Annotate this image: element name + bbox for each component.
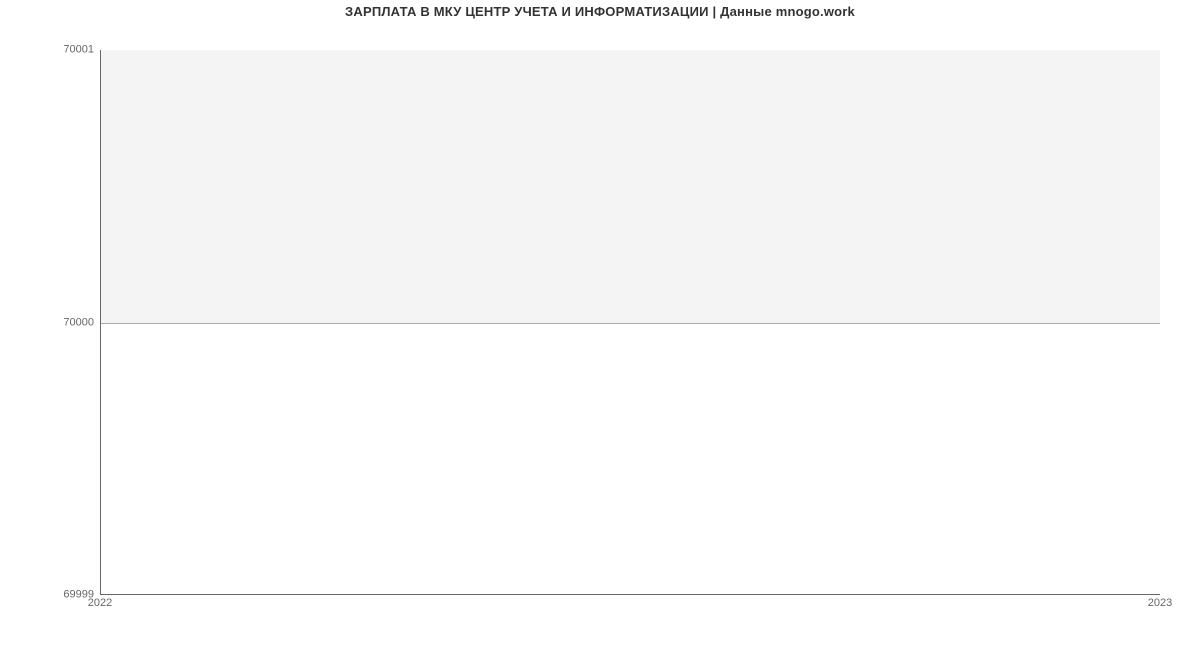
- chart-title: ЗАРПЛАТА В МКУ ЦЕНТР УЧЕТА И ИНФОРМАТИЗА…: [0, 4, 1200, 19]
- plot-area: [100, 50, 1160, 595]
- x-tick-0: 2022: [88, 598, 112, 609]
- y-tick-2: 70001: [4, 45, 94, 56]
- y-tick-1: 70000: [4, 317, 94, 328]
- plot-band: [101, 50, 1160, 323]
- series-line: [101, 323, 1160, 324]
- chart-container: ЗАРПЛАТА В МКУ ЦЕНТР УЧЕТА И ИНФОРМАТИЗА…: [0, 0, 1200, 650]
- y-tick-0: 69999: [4, 590, 94, 601]
- x-tick-1: 2023: [1148, 598, 1172, 609]
